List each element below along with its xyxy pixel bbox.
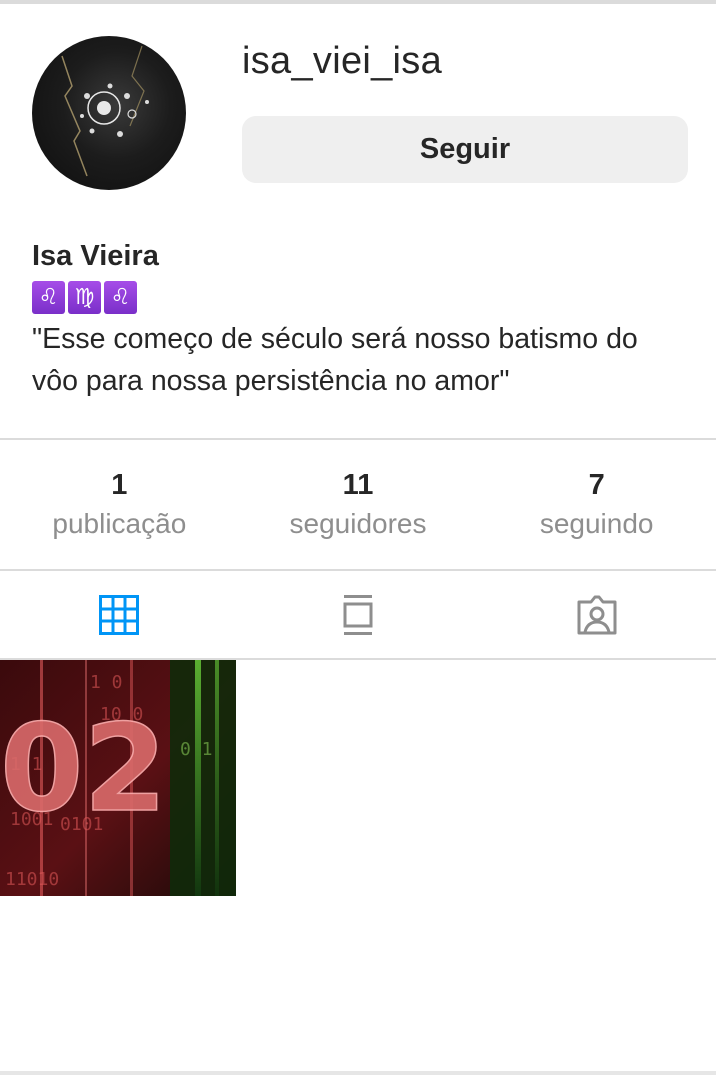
profile-avatar[interactable]	[32, 36, 186, 190]
profile-username: isa_viei_isa	[242, 40, 443, 82]
profile-stats: 1 publicação 11 seguidores 7 seguindo	[0, 440, 716, 569]
top-divider	[0, 0, 716, 4]
tab-grid[interactable]	[0, 571, 239, 658]
leo-sign: ♌	[104, 281, 137, 314]
posts-label: publicação	[52, 508, 187, 539]
following-label: seguindo	[539, 508, 654, 539]
tab-tagged[interactable]	[477, 571, 716, 658]
followers-count: 11	[342, 469, 374, 501]
avatar-artwork	[61, 45, 149, 177]
following-count: 7	[588, 469, 605, 501]
grid-icon	[99, 594, 140, 635]
bio-line: "Esse começo de século será nosso batism…	[32, 323, 638, 355]
stat-followers[interactable]: 11 seguidores	[239, 440, 478, 569]
svg-text:11010: 11010	[5, 869, 59, 890]
tab-feed[interactable]	[239, 571, 478, 658]
posts-count: 1	[111, 469, 128, 501]
profile-full-name: Isa Vieira	[32, 240, 159, 272]
profile-tabs	[0, 571, 716, 658]
leo-sign: ♌	[32, 281, 65, 314]
profile-bio: "Esse começo de século será nosso batism…	[32, 318, 702, 402]
bottom-divider	[0, 1071, 716, 1075]
zodiac-emoji-row: ♌ ♍ ♌	[32, 281, 137, 314]
followers-label: seguidores	[289, 508, 427, 539]
virgo-sign: ♍	[68, 281, 101, 314]
feed-icon	[343, 594, 373, 635]
post-thumbnail[interactable]: 1 0 10 0 1 1 0 1 1001 0101 11010 02	[0, 660, 236, 896]
svg-text:0 1: 0 1	[180, 739, 213, 760]
tagged-icon	[577, 595, 617, 634]
svg-text:1 0: 1 0	[90, 672, 123, 693]
bio-line: vôo para nossa persistência no amor"	[32, 365, 510, 397]
post-image: 1 0 10 0 1 1 0 1 1001 0101 11010 02	[0, 660, 236, 896]
stat-posts: 1 publicação	[0, 440, 239, 569]
post-overlay-text: 02	[0, 700, 167, 839]
follow-button[interactable]: Seguir	[242, 116, 688, 183]
stat-following[interactable]: 7 seguindo	[477, 440, 716, 569]
